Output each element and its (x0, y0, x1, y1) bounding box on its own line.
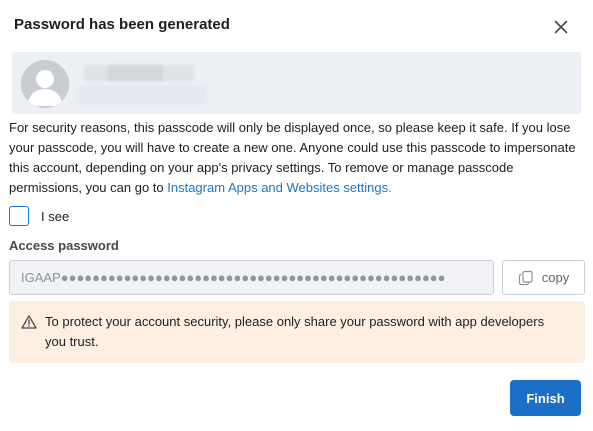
copy-label: copy (541, 270, 570, 285)
dialog-title: Password has been generated (14, 16, 230, 33)
password-masked: ●●●●●●●●●●●●●●●●●●●●●●●●●●●●●●●●●●●●●●●●… (60, 270, 446, 285)
acknowledge-row: I see (9, 204, 69, 228)
warning-text: To protect your account security, please… (45, 314, 545, 349)
copy-icon (518, 270, 533, 285)
close-button[interactable] (551, 17, 571, 37)
security-notice: For security reasons, this passcode will… (9, 118, 585, 198)
account-name-redacted-part (108, 65, 163, 81)
copy-button[interactable]: copy (502, 260, 585, 295)
finish-button[interactable]: Finish (510, 380, 581, 416)
settings-link[interactable]: Instagram Apps and Websites settings. (167, 180, 392, 195)
access-password-label: Access password (9, 238, 119, 253)
security-warning: To protect your account security, please… (9, 301, 585, 363)
account-card (12, 52, 581, 114)
default-avatar-icon (21, 60, 69, 108)
account-handle-redacted (78, 86, 206, 104)
acknowledge-label: I see (41, 208, 70, 224)
acknowledge-checkbox[interactable] (9, 206, 29, 226)
warning-triangle-icon (21, 315, 37, 329)
close-icon (554, 20, 568, 34)
access-password-field[interactable]: IGAAP●●●●●●●●●●●●●●●●●●●●●●●●●●●●●●●●●●●… (9, 260, 494, 295)
password-prefix: IGAAP (21, 270, 61, 285)
